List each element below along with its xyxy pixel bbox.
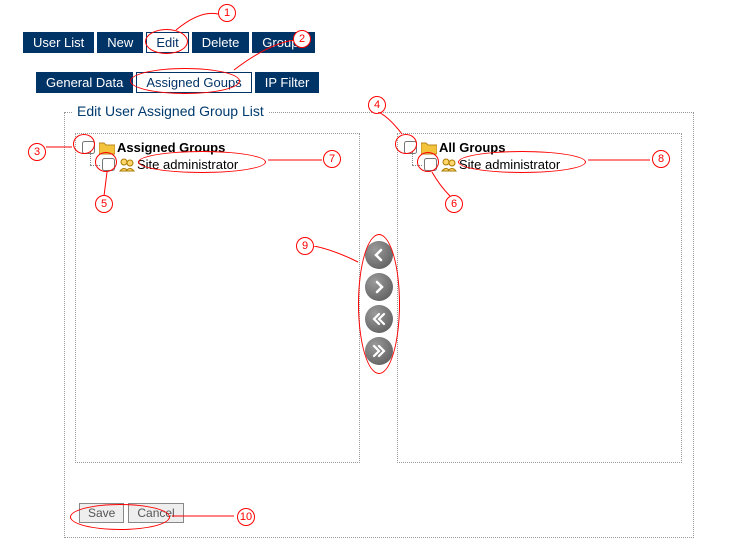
all-child-checkbox[interactable]: [424, 158, 437, 171]
move-right-button[interactable]: [365, 273, 393, 301]
subtab-assigned-groups[interactable]: Assigned Goups: [136, 72, 251, 93]
tab-groups[interactable]: Groups: [252, 32, 315, 53]
annotation-arrow: [170, 10, 220, 34]
assigned-groups-root: Assigned Groups: [82, 140, 353, 155]
people-icon: [119, 158, 135, 172]
all-groups-root: All Groups: [404, 140, 675, 155]
sub-tab-row: General Data Assigned Goups IP Filter: [36, 72, 319, 93]
move-all-right-button[interactable]: [365, 337, 393, 365]
all-root-checkbox[interactable]: [404, 141, 417, 154]
subtab-general-data[interactable]: General Data: [36, 72, 133, 93]
all-child-row: Site administrator: [424, 157, 675, 172]
assigned-child-row: Site administrator: [102, 157, 353, 172]
move-all-left-button[interactable]: [365, 305, 393, 333]
assigned-child-label: Site administrator: [137, 157, 238, 172]
assigned-child-checkbox[interactable]: [102, 158, 115, 171]
tab-user-list[interactable]: User List: [23, 32, 94, 53]
assigned-root-checkbox[interactable]: [82, 141, 95, 154]
annotation-number: 1: [218, 4, 236, 22]
subtab-ip-filter[interactable]: IP Filter: [255, 72, 320, 93]
folder-icon: [99, 141, 115, 155]
people-icon: [441, 158, 457, 172]
assigned-groups-tree: Assigned Groups Site administrator: [75, 133, 360, 463]
main-tab-row: User List New Edit Delete Groups: [23, 32, 315, 53]
all-groups-tree: All Groups Site administrator: [397, 133, 682, 463]
save-button[interactable]: Save: [79, 503, 124, 523]
panel-title: Edit User Assigned Group List: [73, 103, 268, 119]
all-root-label: All Groups: [439, 140, 505, 155]
action-row: Save Cancel: [79, 503, 184, 523]
all-child-label: Site administrator: [459, 157, 560, 172]
folder-icon: [421, 141, 437, 155]
annotation-number: 3: [28, 143, 46, 161]
assigned-group-panel: Edit User Assigned Group List Assigned G…: [64, 112, 694, 538]
move-left-button[interactable]: [365, 241, 393, 269]
mover-buttons: [365, 241, 393, 365]
tab-delete[interactable]: Delete: [192, 32, 250, 53]
assigned-root-label: Assigned Groups: [117, 140, 225, 155]
tab-new[interactable]: New: [97, 32, 143, 53]
cancel-button[interactable]: Cancel: [128, 503, 183, 523]
tab-edit[interactable]: Edit: [146, 32, 188, 53]
